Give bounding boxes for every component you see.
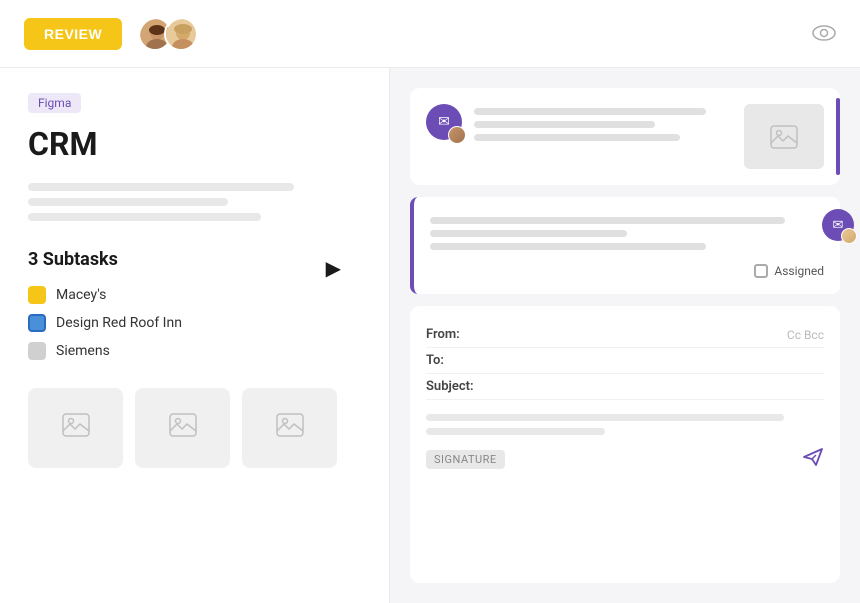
message-avatar-1: ✉	[426, 104, 462, 140]
main-content: Figma CRM 3 Subtasks Macey's ▶ Design Re…	[0, 68, 860, 603]
message-image-1	[744, 104, 824, 169]
image-icon-3	[276, 413, 304, 443]
image-icon-1	[62, 413, 90, 443]
send-icon[interactable]	[802, 447, 824, 472]
message-face-1	[448, 126, 466, 144]
review-button[interactable]: REVIEW	[24, 18, 122, 50]
thumbnail-3[interactable]	[242, 388, 337, 468]
msg-line-1	[474, 108, 706, 115]
msg-line-2	[474, 121, 655, 128]
assigned-checkbox[interactable]	[754, 264, 768, 278]
subtask-label-redroofinn: Design Red Roof Inn	[56, 315, 182, 331]
image-icon-2	[169, 413, 197, 443]
subtask-list: Macey's ▶ Design Red Roof Inn Siemens	[28, 286, 361, 360]
left-panel: Figma CRM 3 Subtasks Macey's ▶ Design Re…	[0, 68, 390, 603]
msg-line-3	[474, 134, 680, 141]
message-card-2: Assigned ✉	[410, 197, 840, 294]
msg-line-2-1	[430, 217, 785, 224]
subject-label: Subject:	[426, 379, 481, 394]
subtask-icon-blue	[28, 314, 46, 332]
subtask-icon-yellow	[28, 286, 46, 304]
crm-title: CRM	[28, 125, 361, 163]
desc-line-2	[28, 198, 228, 206]
thumbnail-2[interactable]	[135, 388, 230, 468]
email-subject-row: Subject:	[426, 374, 824, 400]
subtask-item-redroofinn[interactable]: Design Red Roof Inn	[28, 314, 361, 332]
cc-bcc-label[interactable]: Cc Bcc	[787, 328, 824, 342]
from-label: From:	[426, 327, 481, 342]
subtask-label-maceys: Macey's	[56, 287, 106, 303]
email-to-row: To:	[426, 348, 824, 374]
message-lines-1	[474, 104, 732, 145]
topbar: REVIEW	[0, 0, 860, 68]
avatars	[138, 17, 198, 51]
msg-line-2-2	[430, 230, 627, 237]
thumbnails-row	[28, 388, 361, 468]
message-card-1-content: ✉	[410, 88, 840, 185]
email-compose: From: Cc Bcc To: Subject: SIGNATURE	[410, 306, 840, 583]
avatar-2-image	[166, 19, 198, 51]
eye-icon[interactable]	[812, 22, 836, 46]
subtask-item-siemens[interactable]: Siemens	[28, 342, 361, 360]
signature-tag: SIGNATURE	[426, 450, 505, 469]
message-avatar-2: ✉	[822, 209, 854, 241]
subtask-icon-gray	[28, 342, 46, 360]
subtask-label-siemens: Siemens	[56, 343, 110, 359]
email-body-line-1	[426, 414, 784, 421]
desc-line-1	[28, 183, 294, 191]
desc-line-3	[28, 213, 261, 221]
email-body	[426, 414, 824, 435]
envelope-icon-1: ✉	[438, 114, 450, 130]
subtask-item-maceys[interactable]: Macey's ▶	[28, 286, 361, 304]
msg-line-2-3	[430, 243, 706, 250]
figma-tag: Figma	[28, 93, 81, 113]
message-face-2	[841, 228, 857, 244]
assigned-row: Assigned	[430, 264, 824, 278]
avatar-2	[164, 17, 198, 51]
email-footer: SIGNATURE	[426, 447, 824, 472]
email-body-line-2	[426, 428, 605, 435]
email-from-row: From: Cc Bcc	[426, 322, 824, 348]
right-panel: ✉	[390, 68, 860, 603]
to-label: To:	[426, 353, 481, 368]
message-content-1	[474, 104, 732, 145]
description-lines	[28, 183, 361, 221]
subtasks-heading: 3 Subtasks	[28, 249, 361, 270]
message-card-1: ✉	[410, 88, 840, 185]
assigned-label: Assigned	[774, 264, 824, 278]
message-lines-2	[430, 213, 824, 254]
thumbnail-1[interactable]	[28, 388, 123, 468]
topbar-left: REVIEW	[24, 17, 198, 51]
card-right-accent	[836, 98, 840, 175]
